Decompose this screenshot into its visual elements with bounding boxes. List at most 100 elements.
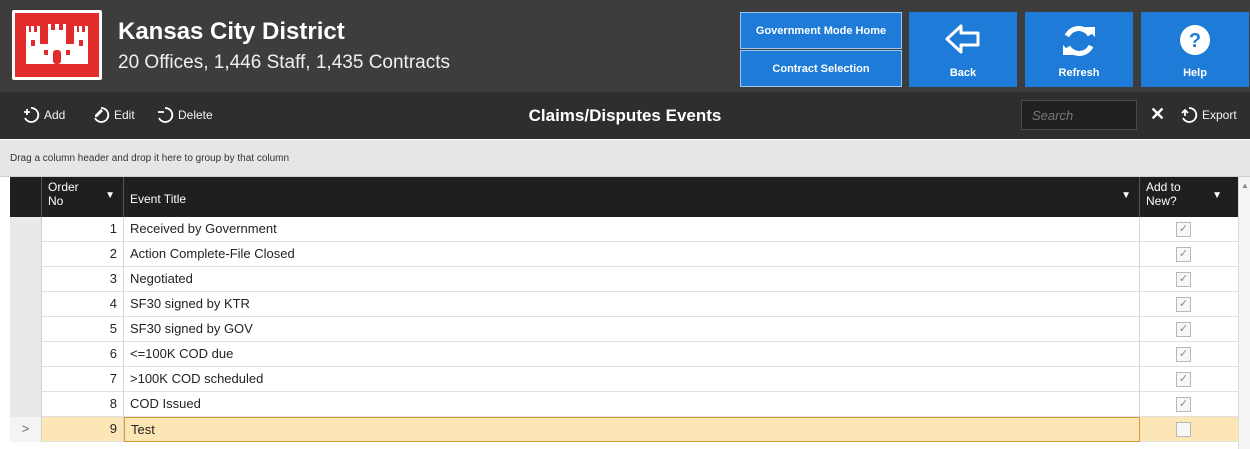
event-title-cell[interactable]: SF30 signed by KTR <box>124 292 1140 317</box>
export-button[interactable]: Export <box>1180 106 1237 124</box>
scroll-up-icon[interactable]: ▲ <box>1241 181 1249 190</box>
add-header-line2: New? <box>1146 194 1177 208</box>
order-no-cell[interactable]: 9 <box>42 417 124 442</box>
order-no-cell[interactable]: 1 <box>42 217 124 242</box>
add-to-new-checkbox[interactable]: ✓ <box>1176 272 1191 287</box>
filter-icon[interactable]: ▼ <box>105 190 115 201</box>
row-selector[interactable] <box>10 342 42 367</box>
row-selector[interactable] <box>10 292 42 317</box>
row-selector[interactable] <box>10 242 42 267</box>
help-label: Help <box>1183 67 1207 79</box>
add-to-new-cell: ✓ <box>1140 242 1230 267</box>
app-header: Kansas City District 20 Offices, 1,446 S… <box>0 0 1250 92</box>
event-title-cell[interactable]: >100K COD scheduled <box>124 367 1140 392</box>
table-row[interactable]: >9 Test <box>10 417 1240 442</box>
table-row[interactable]: 3 Negotiated ✓ <box>10 267 1240 292</box>
row-selector[interactable] <box>10 367 42 392</box>
edit-button[interactable]: Edit <box>92 106 135 124</box>
filter-icon[interactable]: ▼ <box>1212 190 1222 201</box>
district-title: Kansas City District <box>118 18 345 45</box>
district-stats: 20 Offices, 1,446 Staff, 1,435 Contracts <box>118 52 450 73</box>
help-icon: ? <box>1180 25 1210 55</box>
row-selector[interactable] <box>10 392 42 417</box>
table-row[interactable]: 7 >100K COD scheduled ✓ <box>10 367 1240 392</box>
order-header-line1: Order <box>48 180 79 194</box>
table-row[interactable]: 8 COD Issued ✓ <box>10 392 1240 417</box>
add-to-new-checkbox[interactable]: ✓ <box>1176 297 1191 312</box>
help-button[interactable]: ? Help <box>1141 12 1249 87</box>
add-to-new-checkbox[interactable]: ✓ <box>1176 247 1191 262</box>
vertical-scrollbar[interactable]: ▲ <box>1238 177 1250 449</box>
order-no-cell[interactable]: 3 <box>42 267 124 292</box>
event-title-cell[interactable]: <=100K COD due <box>124 342 1140 367</box>
event-title-header: Event Title <box>130 192 187 206</box>
row-selector[interactable]: > <box>10 417 42 442</box>
order-no-cell[interactable]: 8 <box>42 392 124 417</box>
add-to-new-checkbox[interactable]: ✓ <box>1176 397 1191 412</box>
add-to-new-cell: ✓ <box>1140 267 1230 292</box>
table-row[interactable]: 6 <=100K COD due ✓ <box>10 342 1240 367</box>
grid-toolbar: Add Edit Delete Claims/Disputes Events ✕… <box>0 92 1250 139</box>
add-to-new-cell: ✓ <box>1140 392 1230 417</box>
row-selector[interactable] <box>10 317 42 342</box>
table-row[interactable]: 5 SF30 signed by GOV ✓ <box>10 317 1240 342</box>
add-to-new-checkbox[interactable]: ✓ <box>1176 347 1191 362</box>
delete-label: Delete <box>178 108 213 122</box>
government-mode-home-button[interactable]: Government Mode Home <box>740 12 902 49</box>
group-by-hint: Drag a column header and drop it here to… <box>10 153 290 164</box>
add-label: Add <box>44 108 66 122</box>
column-header-event-title[interactable]: Event Title ▼ <box>124 177 1140 217</box>
delete-icon <box>158 107 174 123</box>
add-to-new-checkbox[interactable] <box>1176 422 1191 437</box>
table-row[interactable]: 1 Received by Government ✓ <box>10 217 1240 242</box>
back-label: Back <box>949 67 977 79</box>
svg-text:?: ? <box>1189 30 1201 52</box>
castle-icon <box>12 10 102 80</box>
refresh-icon <box>1063 26 1095 56</box>
row-selector-header <box>10 177 42 217</box>
group-by-panel[interactable]: Drag a column header and drop it here to… <box>0 140 1250 177</box>
order-no-cell[interactable]: 7 <box>42 367 124 392</box>
column-header-order-no[interactable]: Order No ▼ <box>42 177 124 217</box>
refresh-label: Refresh <box>1058 67 1100 79</box>
add-to-new-checkbox[interactable]: ✓ <box>1176 222 1191 237</box>
event-title-cell[interactable]: Negotiated <box>124 267 1140 292</box>
contract-selection-button[interactable]: Contract Selection <box>740 50 902 87</box>
back-button[interactable]: Back <box>909 12 1017 87</box>
refresh-button[interactable]: Refresh <box>1025 12 1133 87</box>
grid-header: Order No ▼ Event Title ▼ Add to New? ▼ <box>10 177 1240 217</box>
filter-icon[interactable]: ▼ <box>1121 190 1131 201</box>
event-title-cell[interactable]: SF30 signed by GOV <box>124 317 1140 342</box>
add-to-new-cell: ✓ <box>1140 217 1230 242</box>
row-selector[interactable] <box>10 267 42 292</box>
order-no-cell[interactable]: 4 <box>42 292 124 317</box>
add-to-new-cell: ✓ <box>1140 292 1230 317</box>
search-input[interactable] <box>1021 100 1137 130</box>
table-row[interactable]: 2 Action Complete-File Closed ✓ <box>10 242 1240 267</box>
event-title-cell[interactable]: Received by Government <box>124 217 1140 242</box>
edit-icon <box>94 107 110 123</box>
add-icon <box>24 107 40 123</box>
event-title-cell[interactable]: Action Complete-File Closed <box>124 242 1140 267</box>
add-to-new-cell: ✓ <box>1140 317 1230 342</box>
table-row[interactable]: 4 SF30 signed by KTR ✓ <box>10 292 1240 317</box>
order-no-cell[interactable]: 6 <box>42 342 124 367</box>
add-to-new-cell: ✓ <box>1140 367 1230 392</box>
column-header-add-to-new[interactable]: Add to New? ▼ <box>1140 177 1230 217</box>
export-icon <box>1181 107 1198 123</box>
order-no-cell[interactable]: 5 <box>42 317 124 342</box>
add-to-new-cell: ✓ <box>1140 342 1230 367</box>
event-title-cell[interactable]: COD Issued <box>124 392 1140 417</box>
event-title-cell[interactable]: Test <box>124 417 1140 442</box>
row-selector[interactable] <box>10 217 42 242</box>
order-header-line2: No <box>48 194 64 208</box>
add-to-new-checkbox[interactable]: ✓ <box>1176 372 1191 387</box>
order-no-cell[interactable]: 2 <box>42 242 124 267</box>
back-arrow-icon <box>945 24 980 54</box>
add-button[interactable]: Add <box>22 106 65 124</box>
edit-label: Edit <box>114 108 135 122</box>
delete-button[interactable]: Delete <box>156 106 213 124</box>
export-label: Export <box>1202 108 1237 122</box>
clear-search-icon[interactable]: ✕ <box>1150 104 1165 125</box>
add-to-new-checkbox[interactable]: ✓ <box>1176 322 1191 337</box>
